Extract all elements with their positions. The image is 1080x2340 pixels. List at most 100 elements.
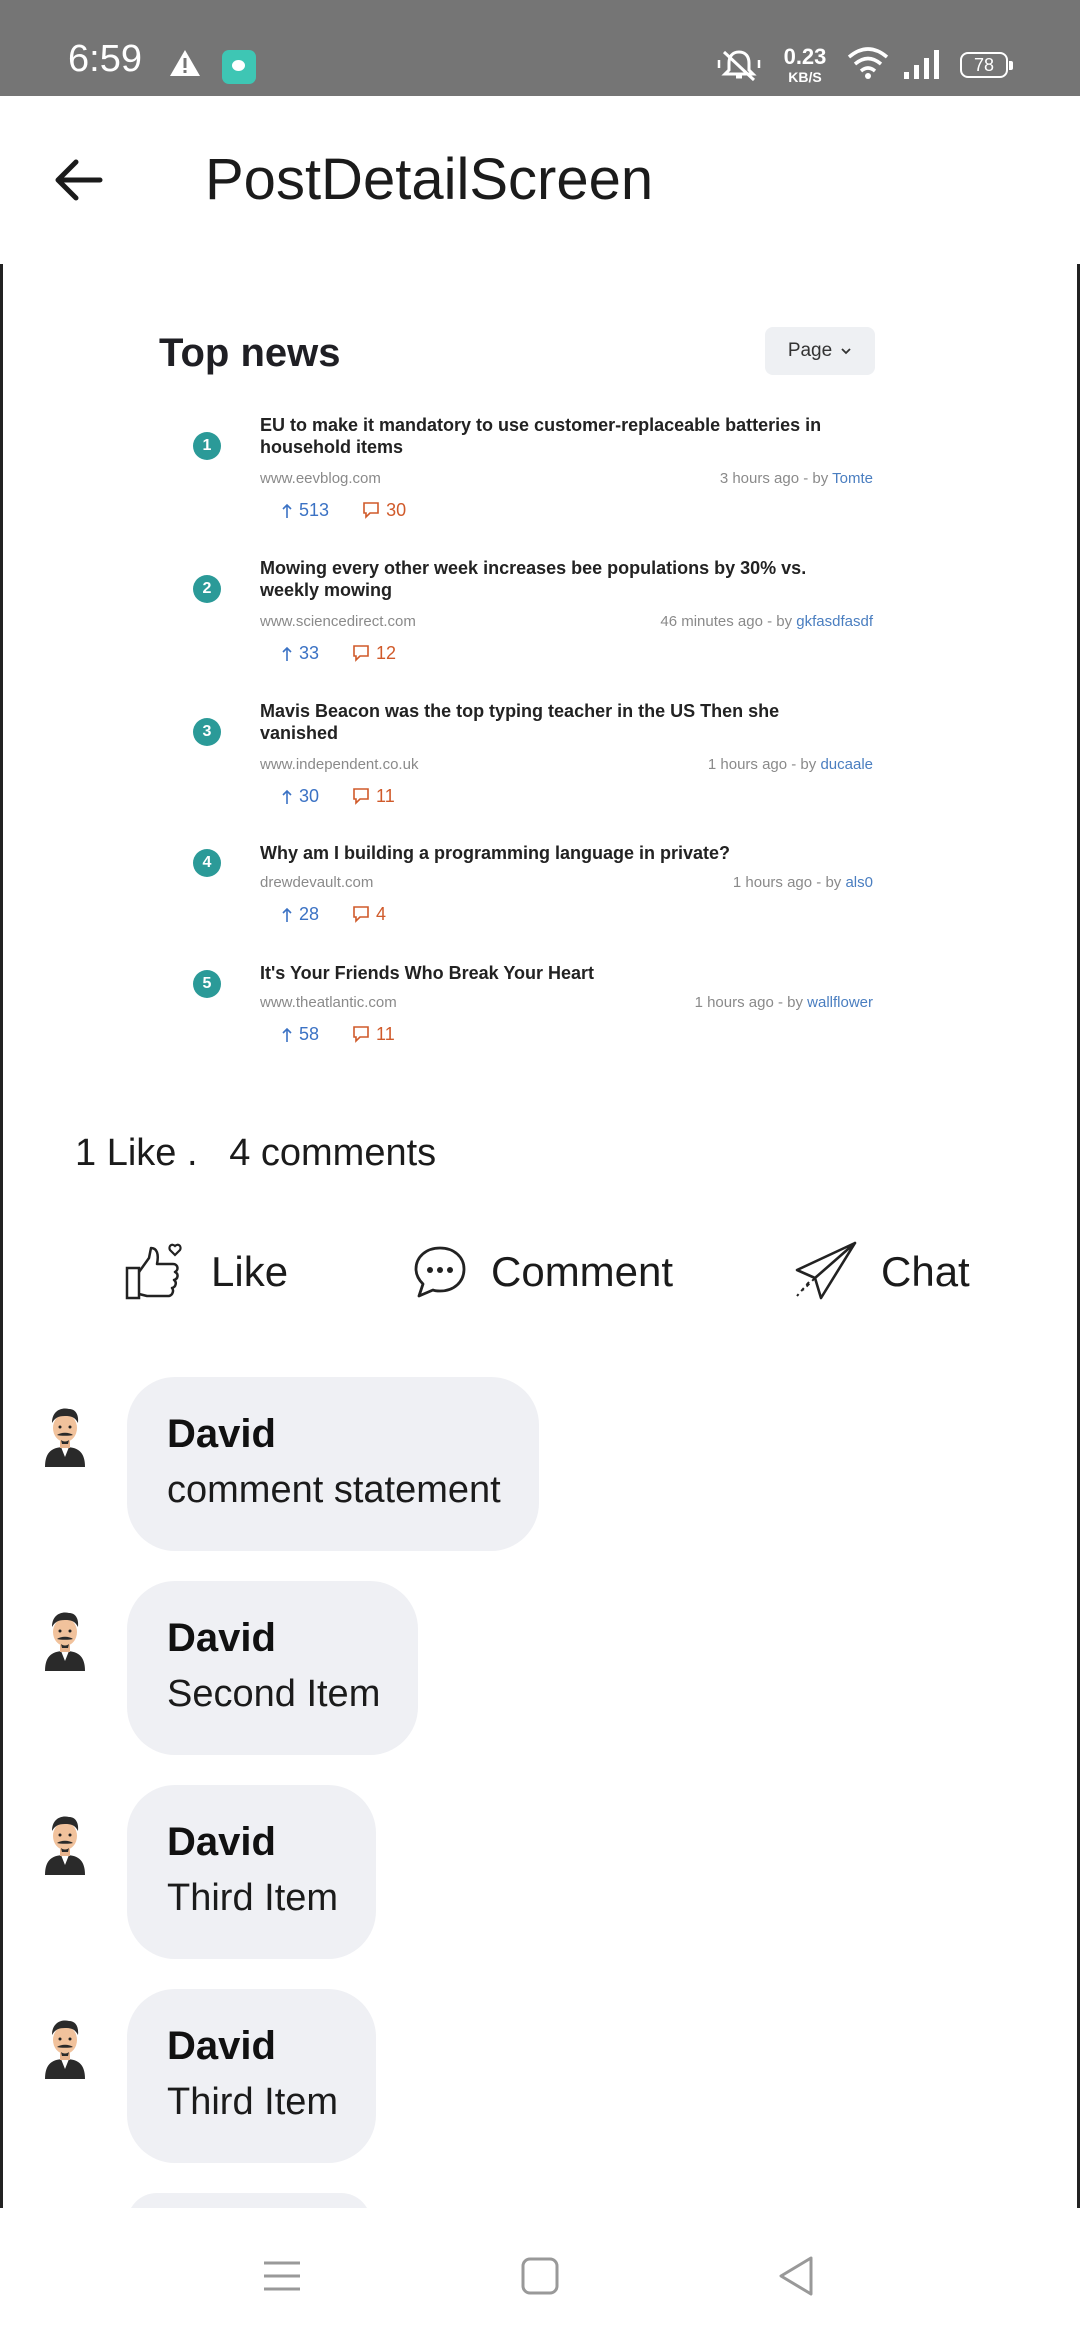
signal-icon (902, 48, 942, 85)
comment-text: Second Item (167, 1673, 381, 1715)
news-headline: Mavis Beacon was the top typing teacher … (260, 700, 880, 744)
comment-item: David Third Item (3, 1785, 1077, 1961)
home-button[interactable] (510, 2246, 570, 2306)
comment-value: 4 (376, 904, 387, 924)
news-headline-line: household items (260, 437, 404, 457)
news-source: www.independent.co.uk (260, 756, 419, 773)
home-square-icon (521, 2257, 559, 2295)
wifi-icon (846, 46, 890, 85)
chevron-down-icon (841, 348, 851, 355)
comment-item: David Third Item (3, 1989, 1077, 2165)
avatar (45, 2020, 85, 2079)
like-button[interactable]: Like (123, 1232, 288, 1312)
news-time: 3 hours ago - by Tomte (720, 470, 873, 487)
thumbs-up-heart-icon (125, 1243, 182, 1300)
news-stats: 30 11 (281, 786, 395, 807)
comment-bubble-icon (353, 1026, 369, 1043)
battery-icon: 78 (960, 52, 1013, 78)
comment-bubble[interactable]: David Third Item (127, 1989, 377, 2163)
upvote-value: 30 (299, 786, 320, 806)
comment-bubble-icon (353, 906, 369, 923)
arrow-up-icon (282, 907, 292, 922)
comment-value: 11 (376, 786, 395, 806)
news-stats: 28 4 (281, 904, 386, 925)
comment-text: Third Item (167, 2081, 339, 2123)
post-image[interactable]: Top news Page 1 EU to make it mandatory … (3, 264, 1077, 1084)
comment-bubble[interactable]: David comment statement (127, 1377, 539, 1551)
comment-count: 11 (352, 1024, 395, 1044)
comment-item: David comment statement (3, 1377, 1077, 1553)
upvote-value: 33 (299, 643, 320, 663)
comment-bubble[interactable]: David Third Item (127, 1785, 377, 1959)
news-author: als0 (845, 874, 873, 891)
news-headline-line: EU to make it mandatory to use customer-… (260, 415, 822, 435)
news-time: 1 hours ago - by als0 (733, 874, 873, 891)
network-speed: 0.23 KB/S (783, 44, 827, 85)
upvote-count: 28 (281, 904, 319, 924)
comment-count: 4 (352, 904, 386, 924)
comment-bubble-icon (353, 645, 369, 662)
news-rank: 3 (193, 718, 221, 746)
news-author: gkfasdfasdf (796, 613, 873, 630)
arrow-up-icon (282, 646, 292, 661)
comment-bubble-icon (363, 502, 379, 519)
news-source: drewdevault.com (260, 874, 374, 891)
comment-count: 11 (352, 786, 395, 806)
back-button[interactable] (38, 140, 118, 220)
news-headline: Mowing every other week increases bee po… (260, 557, 880, 601)
news-headline: It's Your Friends Who Break Your Heart (260, 962, 880, 984)
chat-button[interactable]: Chat (793, 1232, 970, 1312)
like-comment-counts: 1 Like . 4 comments (75, 1132, 437, 1174)
news-stats: 58 11 (281, 1024, 395, 1045)
comment-bubble-partial[interactable] (127, 2193, 371, 2208)
news-headline: Why am I building a programming language… (260, 842, 880, 864)
arrow-up-icon (282, 789, 292, 804)
news-time: 1 hours ago - by ducaale (708, 756, 873, 773)
comment-count: 12 (352, 643, 396, 663)
comment-button[interactable]: Comment (411, 1232, 673, 1312)
news-headline-line: vanished (260, 723, 339, 743)
avatar (45, 1816, 85, 1875)
page-dropdown: Page (765, 327, 875, 375)
app-notification-icon (222, 50, 256, 84)
back-nav-button[interactable] (766, 2246, 826, 2306)
news-headline-line: Mowing every other week increases bee po… (260, 558, 807, 578)
news-time-text: 1 hours ago - by (707, 756, 817, 773)
news-time-text: 1 hours ago - by (694, 994, 803, 1011)
comment-bubble[interactable]: David Second Item (127, 1581, 419, 1755)
status-time: 6:59 (68, 38, 142, 80)
comment-author: David (167, 1820, 276, 1864)
news-time-text: 3 hours ago - by (719, 470, 829, 487)
comment-author: David (167, 2024, 276, 2068)
system-nav-bar (0, 2208, 1080, 2340)
news-time-text: 1 hours ago - by (732, 874, 842, 891)
like-label: Like (211, 1248, 289, 1295)
news-stats: 513 30 (281, 500, 406, 521)
news-author: wallflower (807, 994, 873, 1011)
news-source: www.sciencedirect.com (260, 613, 416, 630)
status-bar: 6:59 0.23 KB/S 78 (0, 0, 1080, 96)
page-dropdown-label: Page (787, 340, 833, 361)
news-author: ducaale (820, 756, 873, 773)
upvote-count: 30 (281, 786, 319, 806)
comment-value: 30 (386, 500, 407, 520)
comment-value: 11 (376, 1024, 395, 1044)
chat-bubble-icon (414, 1246, 466, 1298)
comment-text: Third Item (167, 1877, 339, 1919)
news-rank: 2 (193, 575, 221, 603)
news-rank: 5 (193, 970, 221, 998)
upvote-count: 33 (281, 643, 319, 663)
news-author: Tomte (832, 470, 873, 487)
news-source: www.eevblog.com (260, 470, 381, 487)
chat-label: Chat (881, 1248, 970, 1295)
comment-label: Comment (491, 1248, 674, 1295)
comment-item: David Second Item (3, 1581, 1077, 1757)
news-time: 1 hours ago - by wallflower (695, 994, 873, 1011)
paper-plane-icon (795, 1241, 857, 1300)
comment-text: comment statement (167, 1469, 501, 1511)
news-headline-line: Why am I building a programming language… (260, 843, 731, 863)
menu-button[interactable] (252, 2246, 312, 2306)
avatar (45, 1612, 85, 1671)
news-source: www.theatlantic.com (260, 994, 397, 1011)
upvote-count: 513 (281, 500, 329, 520)
